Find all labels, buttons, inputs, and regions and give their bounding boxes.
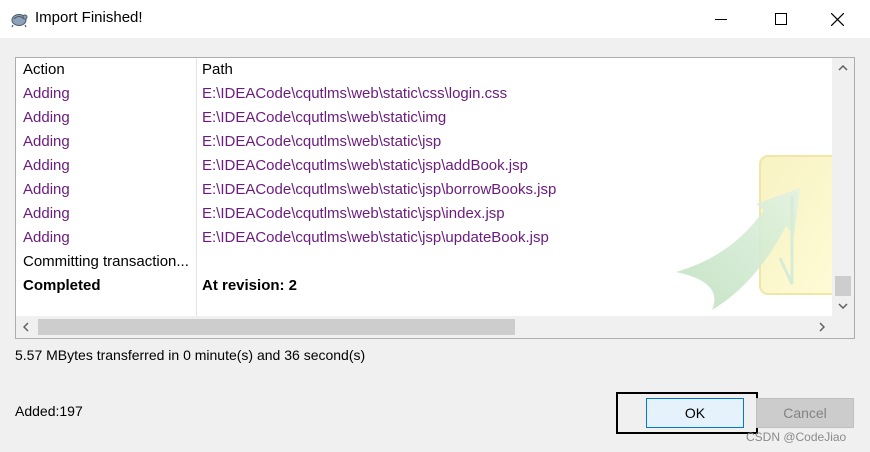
ok-button[interactable]: OK — [646, 398, 744, 428]
row-action: Adding — [23, 133, 70, 150]
scroll-down-button[interactable] — [832, 296, 854, 316]
chevron-up-icon — [838, 65, 848, 71]
title-bar: Import Finished! — [0, 0, 870, 38]
scrollbar-corner — [832, 316, 854, 338]
row-action: Adding — [23, 205, 70, 222]
row-path: E:\IDEACode\cqutlms\web\static\jsp\index… — [202, 205, 505, 222]
header-row: Action Path — [16, 58, 831, 82]
scroll-right-button[interactable] — [812, 316, 832, 338]
cancel-button[interactable]: Cancel — [756, 398, 854, 428]
row-path: E:\IDEACode\cqutlms\web\static\jsp\updat… — [202, 229, 549, 246]
scroll-left-button[interactable] — [16, 316, 36, 338]
table-row[interactable]: Adding E:\IDEACode\cqutlms\web\static\jsp… — [16, 178, 831, 202]
row-action: Adding — [23, 157, 70, 174]
table-row[interactable]: Adding E:\IDEACode\cqutlms\web\static\jsp — [16, 130, 831, 154]
row-path: E:\IDEACode\cqutlms\web\static\img — [202, 109, 447, 126]
horizontal-scrollbar[interactable] — [16, 316, 832, 338]
table-row[interactable]: Completed At revision: 2 — [16, 274, 831, 298]
vertical-scroll-thumb[interactable] — [835, 276, 851, 296]
window-title: Import Finished! — [35, 9, 143, 26]
minimize-button[interactable] — [698, 0, 744, 38]
chevron-left-icon — [23, 322, 29, 332]
chevron-down-icon — [838, 303, 848, 309]
row-action: Adding — [23, 109, 70, 126]
row-action: Adding — [23, 85, 70, 102]
scroll-up-button[interactable] — [832, 58, 854, 78]
row-path: E:\IDEACode\cqutlms\web\static\jsp\addBo… — [202, 157, 528, 174]
close-icon — [830, 12, 844, 26]
watermark-credit: CSDN @CodeJiao — [746, 430, 847, 444]
tortoise-app-icon — [11, 14, 28, 28]
row-action: Completed — [23, 277, 101, 294]
row-action: Committing transaction... — [23, 253, 189, 270]
column-header-action[interactable]: Action — [23, 61, 65, 78]
row-path: E:\IDEACode\cqutlms\web\static\jsp\borro… — [202, 181, 557, 198]
vertical-scrollbar[interactable] — [832, 58, 854, 316]
table-row[interactable]: Adding E:\IDEACode\cqutlms\web\static\css… — [16, 82, 831, 106]
table-row[interactable]: Adding E:\IDEACode\cqutlms\web\static\jsp… — [16, 202, 831, 226]
minimize-icon — [715, 19, 727, 20]
added-count: Added:197 — [15, 403, 83, 419]
row-action: Adding — [23, 181, 70, 198]
table-row[interactable]: Adding E:\IDEACode\cqutlms\web\static\jsp… — [16, 154, 831, 178]
close-button[interactable] — [814, 0, 860, 38]
row-action: Adding — [23, 229, 70, 246]
table-row[interactable]: Adding E:\IDEACode\cqutlms\web\static\img — [16, 106, 831, 130]
action-log-list[interactable]: Action Path Adding E:\IDEACode\cqutlms\we… — [15, 57, 855, 339]
transfer-status: 5.57 MBytes transferred in 0 minute(s) a… — [15, 347, 366, 363]
table-row[interactable]: Committing transaction... — [16, 250, 831, 274]
maximize-icon — [775, 13, 787, 25]
table-row[interactable]: Adding E:\IDEACode\cqutlms\web\static\jsp… — [16, 226, 831, 250]
row-path: E:\IDEACode\cqutlms\web\static\css\login… — [202, 85, 508, 102]
column-header-path[interactable]: Path — [202, 61, 233, 78]
maximize-button[interactable] — [758, 0, 804, 38]
row-path: E:\IDEACode\cqutlms\web\static\jsp — [202, 133, 442, 150]
chevron-right-icon — [819, 322, 825, 332]
row-path: At revision: 2 — [202, 277, 298, 294]
horizontal-scroll-thumb[interactable] — [38, 319, 515, 335]
